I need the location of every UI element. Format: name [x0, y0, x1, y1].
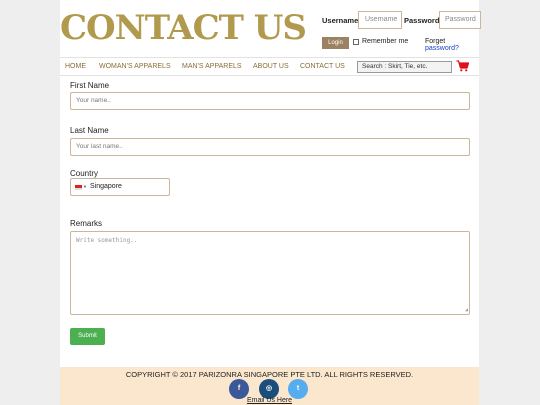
- facebook-icon[interactable]: f: [229, 379, 249, 399]
- forget-prefix: Forget: [425, 38, 446, 45]
- remarks-label: Remarks: [70, 219, 103, 228]
- username-label: Username: [322, 16, 359, 25]
- password-input[interactable]: Password: [439, 11, 481, 29]
- country-value: Singapore: [90, 183, 122, 190]
- username-input[interactable]: Username: [358, 11, 402, 29]
- country-select[interactable]: ▼ Singapore: [70, 178, 170, 196]
- first-name-input[interactable]: Your name..: [70, 92, 470, 110]
- last-name-label: Last Name: [70, 126, 109, 135]
- cart-icon[interactable]: [456, 60, 469, 72]
- remember-me-label: Remember me: [362, 38, 409, 45]
- search-input[interactable]: Search : Skirt, Tie, etc.: [357, 61, 452, 73]
- chevron-down-icon: ▼: [83, 184, 87, 189]
- forget-password: Forget password?: [425, 38, 479, 52]
- resize-grip-icon[interactable]: ◢: [465, 307, 468, 313]
- main-nav: HOME WOMAN'S APPARELS MAN'S APPARELS ABO…: [60, 57, 479, 76]
- nav-item-home[interactable]: HOME: [65, 63, 86, 70]
- last-name-input[interactable]: Your last name..: [70, 138, 470, 156]
- forget-password-link[interactable]: password?: [425, 45, 459, 52]
- submit-button[interactable]: Submit: [70, 328, 105, 345]
- first-name-label: First Name: [70, 81, 110, 90]
- footer: COPYRIGHT © 2017 PARIZONRA SINGAPORE PTE…: [60, 367, 479, 405]
- page-title: CONTACT US: [60, 8, 307, 48]
- country-label: Country: [70, 169, 99, 178]
- copyright-text: COPYRIGHT © 2017 PARIZONRA SINGAPORE PTE…: [125, 370, 414, 379]
- page-container: CONTACT US Username Username Password Pa…: [60, 0, 481, 405]
- nav-item-contact-us[interactable]: CONTACT US: [300, 63, 345, 70]
- nav-item-mans-apparels[interactable]: MAN'S APPARELS: [182, 63, 242, 70]
- instagram-icon[interactable]: ◎: [259, 379, 279, 399]
- nav-item-about-us[interactable]: ABOUT US: [253, 63, 289, 70]
- remarks-textarea[interactable]: Write something.. ◢: [70, 231, 470, 315]
- password-label: Password: [404, 16, 440, 25]
- email-us-link[interactable]: Email Us Here: [60, 397, 479, 404]
- nav-item-womans-apparels[interactable]: WOMAN'S APPARELS: [99, 63, 171, 70]
- twitter-icon[interactable]: t: [288, 379, 308, 399]
- remember-me-checkbox[interactable]: [353, 39, 359, 45]
- singapore-flag-icon: [75, 185, 82, 190]
- remarks-placeholder: Write something..: [76, 237, 138, 244]
- login-button[interactable]: Login: [322, 37, 349, 49]
